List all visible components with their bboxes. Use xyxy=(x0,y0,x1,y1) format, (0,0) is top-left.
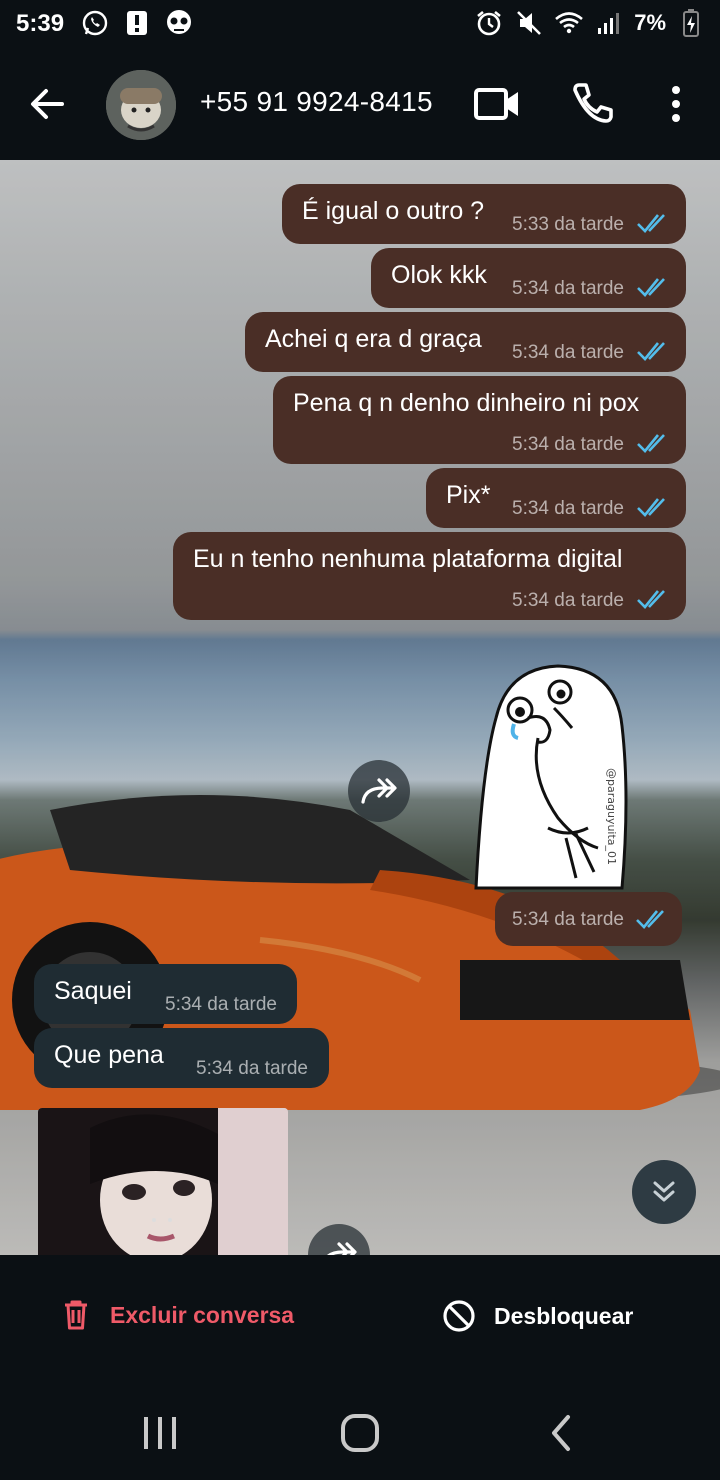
message-time: 5:34 da tarde xyxy=(165,994,277,1015)
message-bubble-outgoing[interactable]: Eu n tenho nenhuma plataforma digital 5:… xyxy=(173,532,686,620)
block-icon xyxy=(443,1300,475,1332)
sticker[interactable]: @paraguyuita_01 xyxy=(468,658,636,890)
message-text: Saquei xyxy=(54,977,132,1005)
message-text: Olok kkk xyxy=(391,261,487,289)
read-ticks-icon xyxy=(636,910,664,929)
message-bubble-outgoing[interactable]: É igual o outro ? 5:33 da tarde xyxy=(282,184,686,244)
phone-call-icon[interactable] xyxy=(570,80,616,126)
delete-chat-label: Excluir conversa xyxy=(110,1301,295,1328)
message-time: 5:34 da tarde xyxy=(512,278,624,299)
chat-header: +55 91 9924-8415 xyxy=(0,50,720,160)
forward-icon[interactable] xyxy=(348,760,410,822)
read-ticks-icon xyxy=(637,590,665,609)
battery-percent: 7% xyxy=(634,10,666,35)
skull-icon xyxy=(164,8,194,38)
back-icon[interactable] xyxy=(540,1411,584,1455)
system-nav-bar xyxy=(0,1383,720,1480)
read-ticks-icon xyxy=(637,498,665,517)
battery-charging-icon xyxy=(676,8,706,38)
sticker-time-pill: 5:34 da tarde xyxy=(495,892,682,946)
alarm-icon xyxy=(474,8,504,38)
read-ticks-icon xyxy=(637,342,665,361)
message-text: Achei q era d graça xyxy=(265,325,482,353)
more-vert-icon[interactable] xyxy=(664,82,688,126)
signal-icon xyxy=(594,8,624,38)
trash-icon xyxy=(65,1300,87,1330)
message-text: Eu n tenho nenhuma plataforma digital xyxy=(193,545,623,573)
scroll-to-bottom-button[interactable] xyxy=(632,1160,696,1224)
read-ticks-icon xyxy=(637,214,665,233)
message-bubble-outgoing[interactable]: Achei q era d graça 5:34 da tarde xyxy=(245,312,686,372)
message-bubble-outgoing[interactable]: Pena q n denho dinheiro ni pox 5:34 da t… xyxy=(273,376,686,464)
message-bubble-incoming[interactable]: Que pena 5:34 da tarde xyxy=(34,1028,329,1088)
alert-icon xyxy=(122,8,152,38)
message-time: 5:33 da tarde xyxy=(512,214,624,235)
unblock-label: Desbloquear xyxy=(494,1302,634,1329)
read-ticks-icon xyxy=(637,434,665,453)
back-arrow-icon[interactable] xyxy=(26,82,70,126)
whatsapp-icon xyxy=(80,8,110,38)
contact-name[interactable]: +55 91 9924-8415 xyxy=(200,86,433,118)
message-time: 5:34 da tarde xyxy=(512,342,624,363)
message-time: 5:34 da tarde xyxy=(512,498,624,519)
sticker-watermark: @paraguyuita_01 xyxy=(605,768,618,865)
wifi-icon xyxy=(554,8,584,38)
unblock-button[interactable]: Desbloquear xyxy=(442,1299,633,1333)
message-bubble-outgoing[interactable]: Olok kkk 5:34 da tarde xyxy=(371,248,686,308)
message-text: É igual o outro ? xyxy=(302,197,485,225)
message-time: 5:34 da tarde xyxy=(196,1058,308,1079)
recent-apps-icon[interactable] xyxy=(138,1411,182,1455)
status-bar: 5:39 7% xyxy=(0,0,720,50)
message-text: Pena q n denho dinheiro ni pox xyxy=(293,389,640,417)
chat-area[interactable]: É igual o outro ? 5:33 da tarde Olok kkk… xyxy=(0,160,720,1255)
message-text: Que pena xyxy=(54,1041,164,1069)
message-bubble-outgoing[interactable]: Pix* 5:34 da tarde xyxy=(426,468,686,528)
mute-icon xyxy=(514,8,544,38)
avatar[interactable] xyxy=(106,70,176,140)
read-ticks-icon xyxy=(637,278,665,297)
home-icon[interactable] xyxy=(338,1411,382,1455)
photo-message[interactable] xyxy=(38,1108,288,1255)
message-time: 5:34 da tarde xyxy=(512,434,624,455)
blocked-contact-actions: Excluir conversa Desbloquear xyxy=(0,1255,720,1383)
delete-chat-button[interactable]: Excluir conversa xyxy=(62,1299,294,1331)
message-time: 5:34 da tarde xyxy=(512,590,624,611)
message-time: 5:34 da tarde xyxy=(512,909,624,930)
message-text: Pix* xyxy=(446,481,491,509)
status-time: 5:39 xyxy=(16,10,65,37)
chat-screen: 5:39 7% +55 91 9924-8415 É igual o outro… xyxy=(0,0,720,1480)
video-call-icon[interactable] xyxy=(472,82,522,126)
message-bubble-incoming[interactable]: Saquei 5:34 da tarde xyxy=(34,964,297,1024)
